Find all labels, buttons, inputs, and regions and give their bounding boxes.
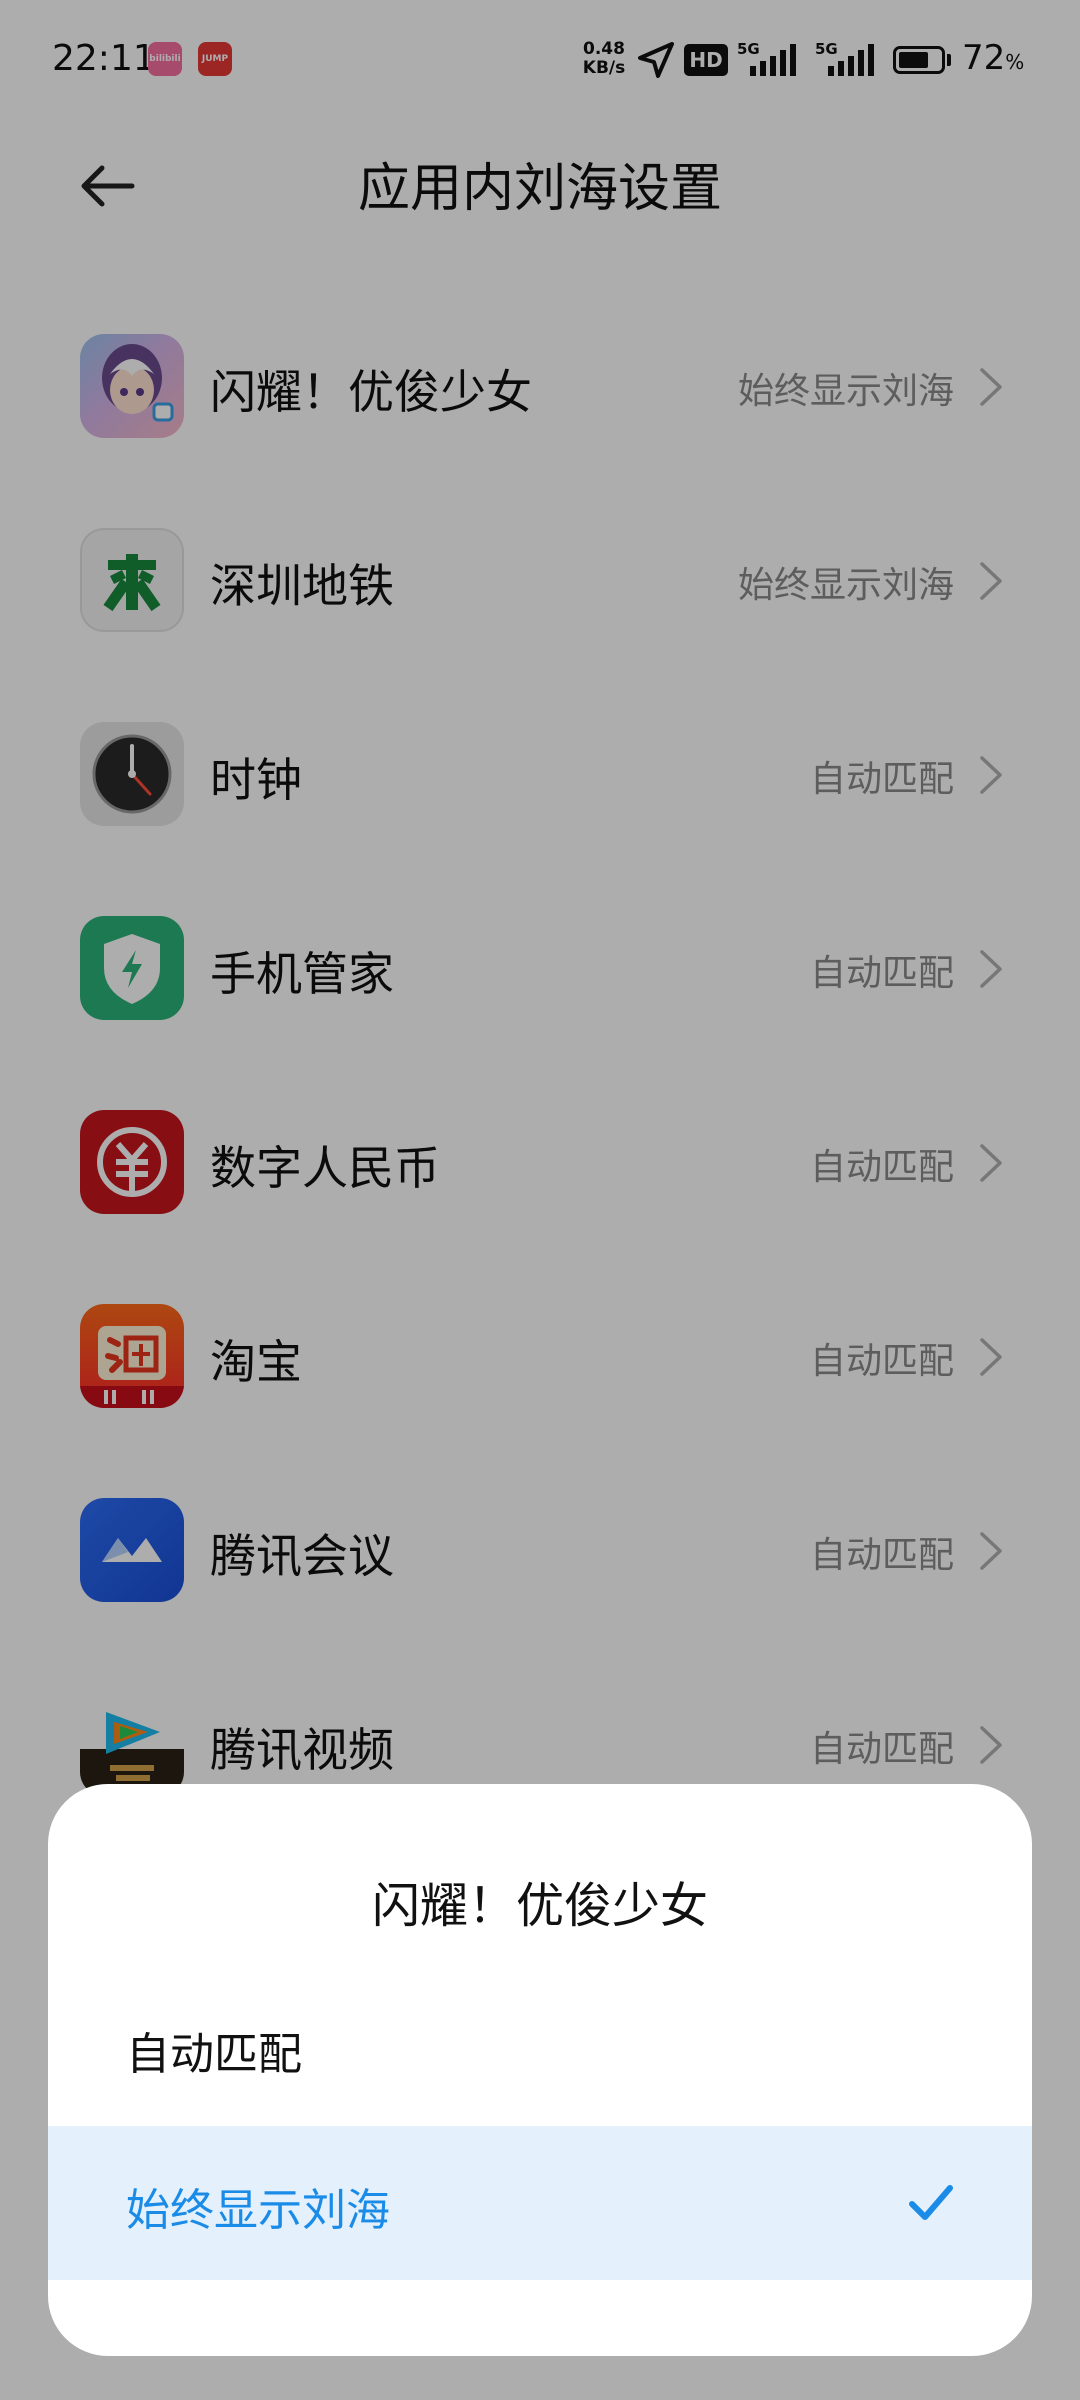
checkmark-icon [909,2185,953,2220]
option-auto-match[interactable]: 自动匹配 [48,1972,1032,2126]
screen: 22:11 bilibili JUMP 0.48 KB/s HD 5G 5G 7… [0,0,1080,2400]
option-label: 自动匹配 [126,2029,302,2080]
option-always-show-notch[interactable]: 始终显示刘海 [48,2126,1032,2280]
notch-option-dialog: 闪耀！优俊少女 自动匹配 始终显示刘海 [48,1784,1032,2356]
dialog-title: 闪耀！优俊少女 [371,1878,708,1934]
option-label: 始终显示刘海 [126,2185,390,2236]
